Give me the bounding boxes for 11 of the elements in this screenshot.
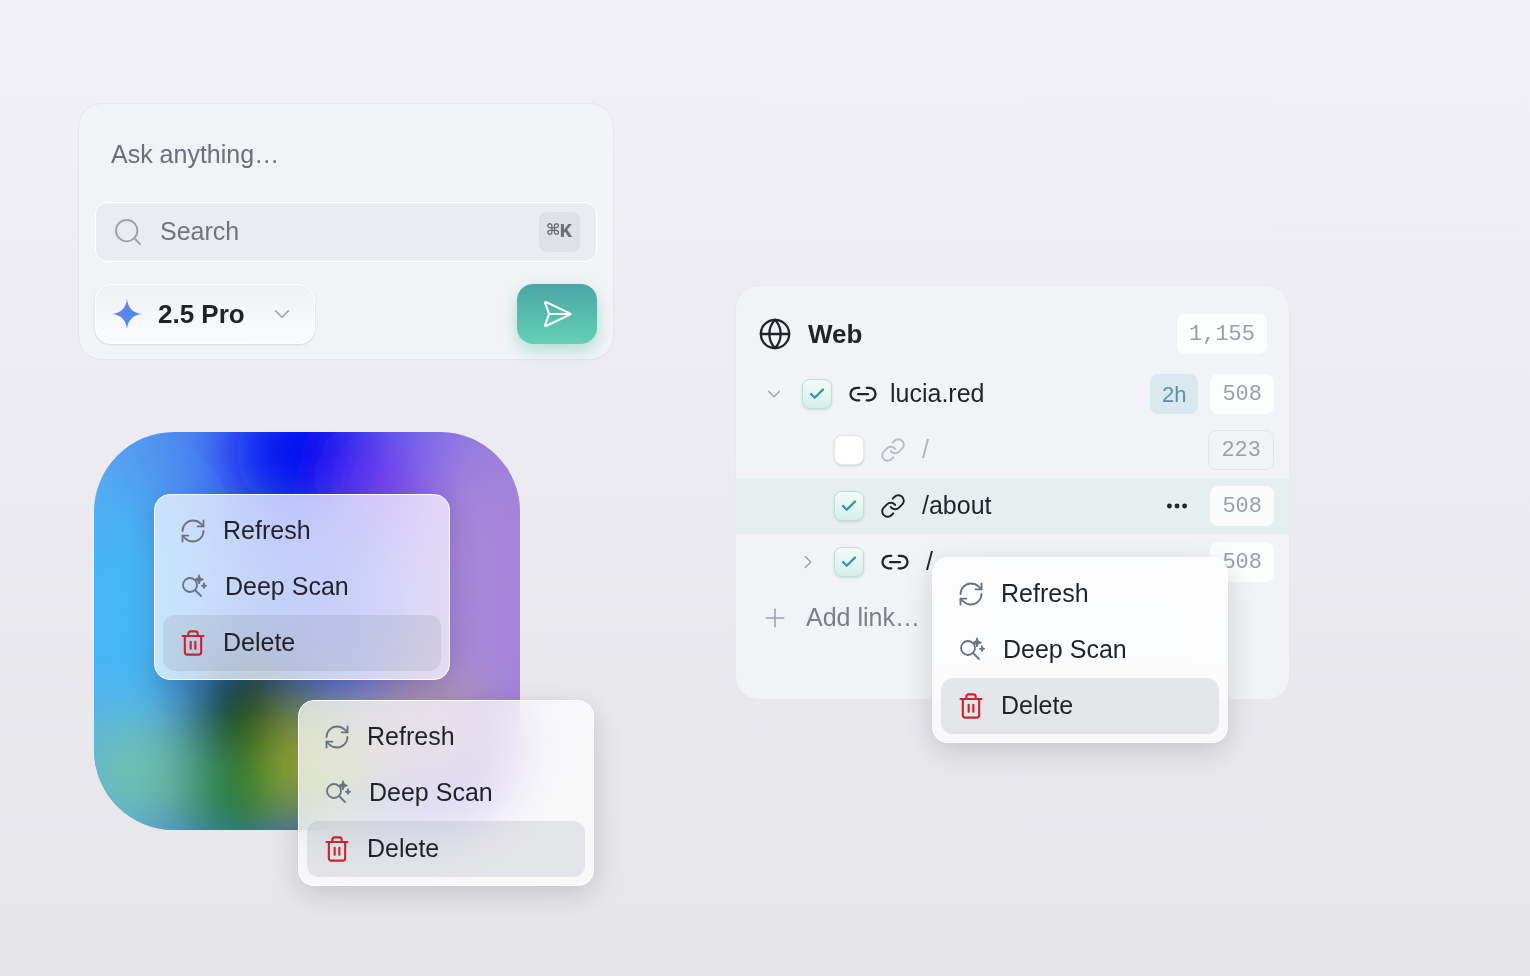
- site-label: lucia.red: [890, 378, 986, 410]
- age-badge: 2h: [1149, 374, 1199, 414]
- panel-title: Web: [808, 317, 864, 351]
- shortcut-key: ⌘K: [538, 212, 580, 252]
- count-badge: 508: [1210, 486, 1274, 526]
- count-badge: 508: [1210, 374, 1274, 414]
- page-label: /: [926, 546, 934, 578]
- count-badge: 223: [1208, 430, 1274, 470]
- page-label: /: [922, 434, 930, 466]
- page-label: /about: [922, 490, 993, 522]
- count-badge: 1,155: [1177, 314, 1267, 354]
